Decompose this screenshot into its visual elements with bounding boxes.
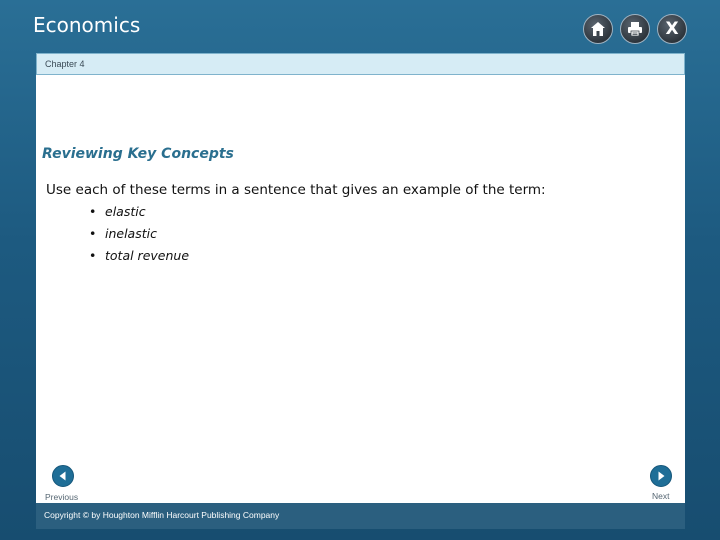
- list-item: • total revenue: [89, 247, 189, 269]
- right-arrow-icon: [658, 471, 665, 481]
- term-text: inelastic: [105, 226, 157, 241]
- footer: Copyright © by Houghton Mifflin Harcourt…: [36, 503, 685, 529]
- print-button[interactable]: [620, 14, 650, 44]
- next-label[interactable]: Next: [652, 491, 669, 501]
- print-icon: [628, 22, 642, 37]
- bullet-icon: •: [89, 248, 97, 263]
- list-item: • inelastic: [89, 225, 189, 247]
- bullet-icon: •: [89, 226, 97, 241]
- slide-content: Reviewing Key Concepts Use each of these…: [36, 75, 685, 503]
- bullet-icon: •: [89, 204, 97, 219]
- term-text: elastic: [105, 204, 146, 219]
- term-list: • elastic • inelastic • total revenue: [89, 203, 189, 269]
- next-button[interactable]: [650, 465, 672, 487]
- term-text: total revenue: [105, 248, 190, 263]
- section-heading: Reviewing Key Concepts: [42, 146, 234, 162]
- chapter-label: Chapter 4: [45, 59, 85, 69]
- home-button[interactable]: [583, 14, 613, 44]
- instruction-text: Use each of these terms in a sentence th…: [46, 182, 546, 198]
- app-title: Economics: [33, 13, 141, 37]
- list-item: • elastic: [89, 203, 189, 225]
- chapter-bar: Chapter 4: [36, 53, 685, 75]
- home-icon: [591, 22, 605, 36]
- close-button[interactable]: X: [657, 14, 687, 44]
- copyright-text: Copyright © by Houghton Mifflin Harcourt…: [44, 510, 280, 520]
- previous-button[interactable]: [52, 465, 74, 487]
- close-icon: X: [665, 18, 679, 39]
- left-arrow-icon: [59, 471, 66, 481]
- previous-label[interactable]: Previous: [45, 492, 78, 502]
- toolbar: X: [583, 14, 687, 44]
